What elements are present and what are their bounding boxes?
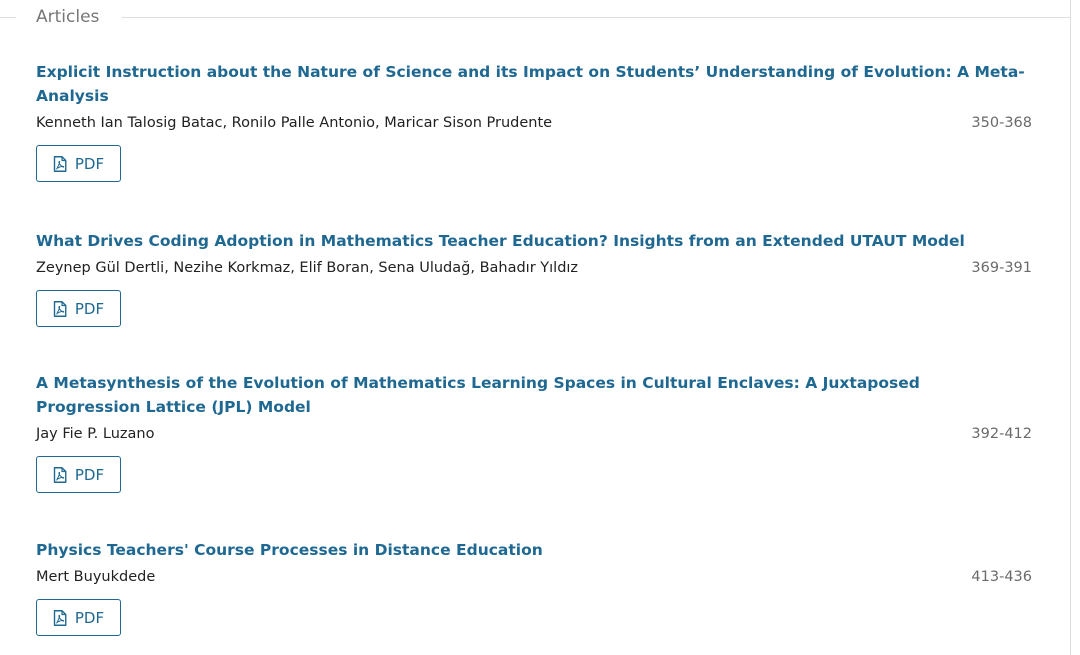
pdf-button-label: PDF [74,299,105,318]
article-title-link[interactable]: Explicit Instruction about the Nature of… [36,60,1026,108]
article-item: Physics Teachers' Course Processes in Di… [36,538,1032,636]
article-item: Explicit Instruction about the Nature of… [36,60,1032,182]
pdf-button-label: PDF [74,608,105,627]
article-pages: 369-391 [971,260,1032,276]
section-divider-left [0,17,16,18]
article-authors: Zeynep Gül Dertli, Nezihe Korkmaz, Elif … [36,260,579,276]
article-pages: 413-436 [971,569,1032,585]
article-meta: Kenneth Ian Talosig Batac, Ronilo Palle … [36,112,1032,134]
article-title-link[interactable]: A Metasynthesis of the Evolution of Math… [36,371,1026,419]
file-pdf-icon [53,300,67,317]
article-title-link[interactable]: What Drives Coding Adoption in Mathemati… [36,229,1026,253]
article-authors: Kenneth Ian Talosig Batac, Ronilo Palle … [36,115,553,131]
section-title: Articles [36,7,100,27]
article-item: A Metasynthesis of the Evolution of Math… [36,371,1032,493]
section-divider-right [122,17,1070,18]
article-item: What Drives Coding Adoption in Mathemati… [36,229,1032,327]
page-right-border [1070,0,1071,655]
article-pages: 350-368 [971,115,1032,131]
pdf-button-label: PDF [74,465,105,484]
article-pages: 392-412 [971,426,1032,442]
section-header: Articles [0,0,1070,36]
article-meta: Zeynep Gül Dertli, Nezihe Korkmaz, Elif … [36,257,1032,279]
pdf-button[interactable]: PDF [36,290,121,327]
article-authors: Mert Buyukdede [36,569,156,585]
article-title-link[interactable]: Physics Teachers' Course Processes in Di… [36,538,1026,562]
article-meta: Mert Buyukdede 413-436 [36,566,1032,588]
pdf-button-label: PDF [74,154,105,173]
pdf-button[interactable]: PDF [36,456,121,493]
pdf-button[interactable]: PDF [36,145,121,182]
article-meta: Jay Fie P. Luzano 392-412 [36,423,1032,445]
file-pdf-icon [53,466,67,483]
file-pdf-icon [53,155,67,172]
article-authors: Jay Fie P. Luzano [36,426,155,442]
file-pdf-icon [53,609,67,626]
pdf-button[interactable]: PDF [36,599,121,636]
